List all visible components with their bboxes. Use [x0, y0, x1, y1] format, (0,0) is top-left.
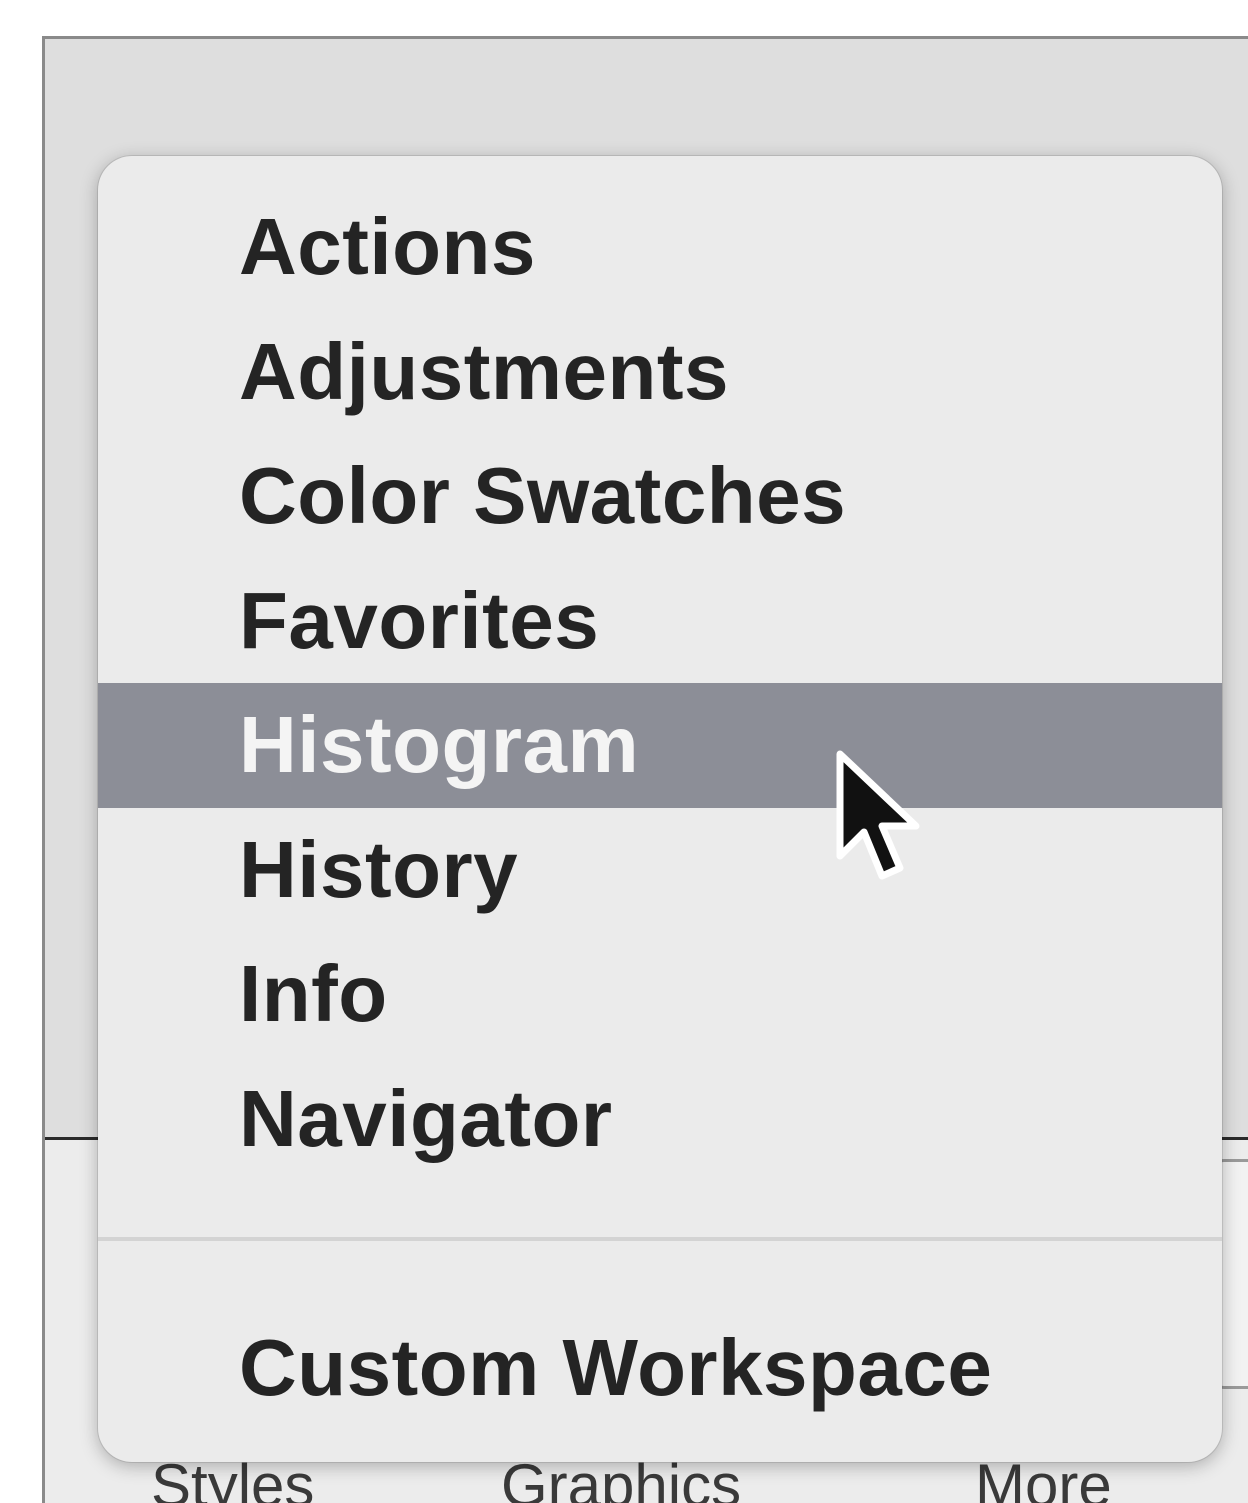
screen: Styles Graphics More Actions Adjustments… — [0, 0, 1248, 1503]
panel-menu: Actions Adjustments Color Swatches Favor… — [98, 156, 1222, 1462]
menu-separator — [98, 1237, 1222, 1241]
menu-item-custom-workspace[interactable]: Custom Workspace — [98, 1306, 1222, 1431]
menu-item-list: Actions Adjustments Color Swatches Favor… — [98, 185, 1222, 1181]
menu-item-histogram[interactable]: Histogram — [98, 683, 1222, 808]
menu-item-history[interactable]: History — [98, 808, 1222, 933]
arrow-pointer-icon — [836, 750, 920, 880]
menu-item-navigator[interactable]: Navigator — [98, 1057, 1222, 1182]
menu-item-favorites[interactable]: Favorites — [98, 559, 1222, 684]
menu-item-color-swatches[interactable]: Color Swatches — [98, 434, 1222, 559]
menu-item-info[interactable]: Info — [98, 932, 1222, 1057]
menu-item-actions[interactable]: Actions — [98, 185, 1222, 310]
menu-item-adjustments[interactable]: Adjustments — [98, 310, 1222, 435]
